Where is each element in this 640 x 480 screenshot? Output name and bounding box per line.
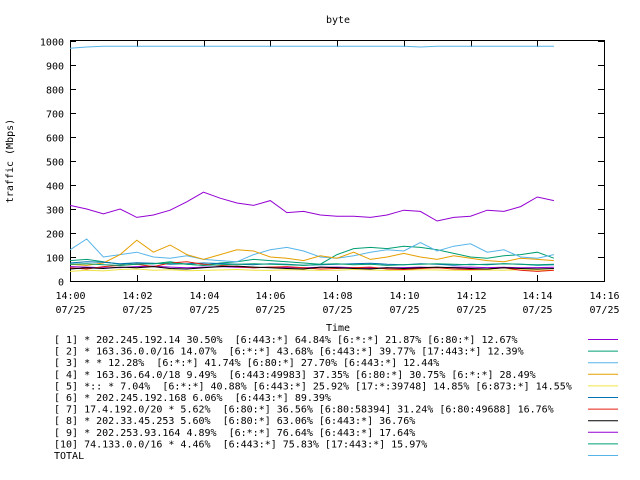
x-tick-label-time: 14:00 (55, 291, 85, 302)
legend-entry: [ 2] * 163.36.0.0/16 14.07% [6:*:*] 43.6… (54, 347, 524, 358)
y-tick-label: 700 (46, 110, 64, 121)
legend-entry: [ 4] * 163.36.64.0/18 9.49% [6:443:49983… (54, 370, 536, 381)
x-tick-label-date: 07/25 (322, 305, 352, 316)
series-line-11 (69, 45, 554, 49)
y-tick-label: 300 (46, 206, 64, 217)
series-line-4 (69, 239, 554, 266)
x-tick-label-date: 07/25 (189, 305, 219, 316)
legend-entry: [ 1] * 202.245.192.14 30.50% [6:443:*] 6… (54, 335, 518, 346)
x-tick-label-time: 14:06 (255, 291, 285, 302)
plot-frame (70, 40, 605, 282)
legend-entry: [ 9] * 202.253.93.164 4.89% [6:*:*] 76.6… (54, 428, 415, 439)
series-lines (69, 45, 555, 272)
x-tick-label-time: 14:08 (322, 291, 352, 302)
legend-entry: [ 8] * 202.33.45.253 5.60% [6:80:*] 63.0… (54, 416, 415, 427)
legend-entry: [10] 74.133.0.0/16 * 4.46% [6:443:*] 75.… (54, 439, 427, 450)
y-tick-label: 0 (58, 278, 64, 289)
legend-entry: [ 7] 17.4.192.0/20 * 5.62% [6:80:*] 36.5… (54, 405, 554, 416)
x-tick-label-date: 07/25 (456, 305, 486, 316)
x-tick-label-date: 07/25 (55, 305, 85, 316)
y-axis-label: traffic (Mbps) (5, 119, 16, 203)
x-axis: 14:00 07/25 14:02 07/25 14:04 07/25 14:06 07/25… (55, 41, 620, 316)
series-line-9 (69, 191, 555, 222)
x-axis-label: Time (326, 323, 350, 334)
x-tick-label-date: 07/25 (389, 305, 419, 316)
legend-entry: [ 6] * 202.245.192.168 6.06% [6:443:*] 8… (54, 393, 331, 404)
y-tick-label: 500 (46, 158, 64, 169)
x-tick-label-time: 14:12 (456, 291, 486, 302)
x-tick-label-date: 07/25 (122, 305, 152, 316)
y-tick-label: 600 (46, 134, 64, 145)
y-tick-label: 800 (46, 86, 64, 97)
y-tick-label: 100 (46, 254, 64, 265)
x-tick-label-time: 14:10 (389, 291, 419, 302)
traffic-chart: byte traffic (Mbps) Time 0 100 200 300 400 50… (5, 15, 620, 462)
x-tick-label-time: 14:02 (122, 291, 152, 302)
x-tick-label-date: 07/25 (522, 305, 552, 316)
y-tick-label: 200 (46, 230, 64, 241)
x-tick-label-date: 07/25 (589, 305, 619, 316)
legend-entry: TOTAL (54, 451, 84, 462)
y-tick-label: 900 (46, 62, 64, 73)
chart-title: byte (326, 15, 350, 26)
x-tick-label-time: 14:16 (589, 291, 619, 302)
y-tick-label: 400 (46, 182, 64, 193)
x-tick-label-time: 14:14 (522, 291, 552, 302)
x-tick-label-date: 07/25 (255, 305, 285, 316)
legend: [ 1] * 202.245.192.14 30.50% [6:443:*] 6… (54, 335, 618, 462)
y-tick-label: 1000 (40, 38, 64, 49)
x-tick-label-time: 14:04 (189, 291, 219, 302)
legend-entry: [ 3] * * 12.28% [6:*:*] 41.74% [6:80:*] … (54, 358, 439, 369)
legend-entry: [ 5] *:: * 7.04% [6:*:*] 40.88% [6:443:*… (54, 381, 572, 392)
